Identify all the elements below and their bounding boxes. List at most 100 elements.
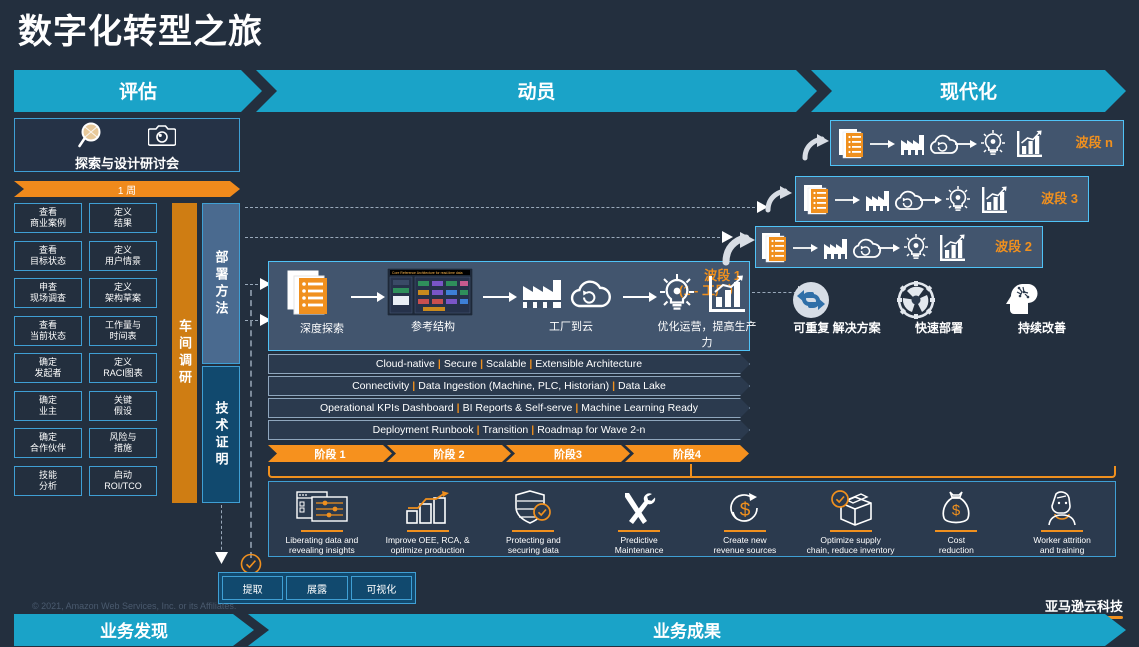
bottom-box-label: 提取 — [242, 584, 263, 596]
architecture-bar-label: Cloud-native | Secure | Scalable | Extensible … — [375, 358, 643, 370]
wave-n-panel[interactable]: 波段 n — [830, 120, 1124, 166]
outcome-divider — [300, 530, 343, 532]
footer-chevron-discovery[interactable]: 业务发现 — [14, 614, 254, 646]
outcome-label: Optimize supply chain, reduce inventory — [806, 535, 895, 555]
assessment-task-label: 工作量与 时间表 — [104, 319, 141, 341]
bottom-box[interactable]: 提取 — [222, 576, 284, 600]
architecture-bar-label: Operational KPIs Dashboard | BI Reports & … — [319, 402, 699, 414]
architecture-bar[interactable]: Connectivity | Data Ingestion (Machine, PL… — [268, 376, 750, 396]
phase-chevron-mobilize[interactable]: 动员 — [256, 70, 817, 112]
outcome-label: Predictive Maintenance — [614, 535, 664, 555]
magnifier-icon — [78, 121, 108, 149]
aws-logo-text: 亚马逊云科技 — [1044, 599, 1123, 614]
architecture-bar-label: Deployment Runbook | Transition | Roadmap fo… — [372, 424, 646, 436]
phase-ribbon[interactable]: 阶段 1 — [268, 445, 392, 462]
outcome-item[interactable]: Liberating data and revealing insights — [269, 482, 375, 555]
workshop-box[interactable]: 探索与设计研讨会 — [14, 118, 240, 172]
assessment-task-box[interactable]: 定义 架构草案 — [89, 278, 157, 308]
architecture-bar[interactable]: Cloud-native | Secure | Scalable | Extensible … — [268, 354, 750, 374]
vertical-bar-workshop-survey-label: 车间调研 — [177, 319, 192, 387]
outcome-label: Protecting and securing data — [505, 535, 561, 555]
assessment-task-label: 确定 发起者 — [34, 357, 62, 378]
assessment-task-box[interactable]: 查看 目标状态 — [14, 240, 82, 271]
assessment-task-label: 风险与 措施 — [109, 432, 137, 453]
architecture-bar[interactable]: Operational KPIs Dashboard | BI Reports & … — [268, 398, 750, 418]
footer-banner: 业务发现 业务成果 — [14, 614, 1126, 646]
arrow-right-icon-1 — [351, 292, 385, 302]
vertical-bar-deploy-method: 部署方法 — [202, 203, 240, 364]
lightbulb-chart-icon — [657, 270, 757, 316]
outcome-divider — [829, 530, 872, 532]
outcomes-bracket-stem — [690, 464, 692, 478]
assessment-task-box[interactable]: 技能 分析 — [14, 465, 82, 496]
assessment-task-box[interactable]: 定义 RACI图表 — [89, 353, 157, 383]
benefit-continuous-improvement[interactable]: 持续改善 — [1000, 281, 1084, 335]
phase-chevron-assess-label: 评估 — [118, 81, 157, 103]
bottom-box[interactable]: 展露 — [286, 576, 348, 600]
outcome-label: Cost reduction — [938, 535, 974, 555]
phase-ribbon[interactable]: 阶段4 — [625, 445, 749, 462]
assessment-task-box[interactable]: 定义 用户情景 — [89, 240, 157, 271]
benefit-fast-deploy-label: 快速部署 — [914, 321, 963, 335]
outcome-item[interactable]: $ Create new revenue sources — [692, 482, 798, 555]
svg-text:Core Reference Architecture fo: Core Reference Architecture for read-tim… — [392, 271, 463, 275]
wave-1-step-2-caption: 参考结构 — [411, 321, 455, 333]
business-outcomes-strip: Liberating data and revealing insights Im… — [268, 481, 1116, 557]
wave-1-step-3[interactable]: 工厂到云 — [521, 270, 621, 334]
architecture-bar[interactable]: Deployment Runbook | Transition | Roadmap fo… — [268, 420, 750, 440]
assessment-task-box[interactable]: 确定 合作伙伴 — [14, 428, 82, 458]
wave-1-step-1[interactable]: 深度探索 — [287, 270, 357, 336]
assessment-task-box[interactable]: 风险与 措施 — [89, 428, 157, 458]
assessment-task-box[interactable]: 启动 ROI/TCO — [89, 465, 157, 496]
wave-1-step-4[interactable]: 优化运营，提高生产力 — [657, 270, 757, 350]
wave-3-icon-row — [804, 185, 1007, 215]
wave-n-icon-row — [839, 129, 1042, 159]
assessment-task-label: 技能 分析 — [38, 469, 57, 491]
bottom-box[interactable]: 可视化 — [350, 576, 412, 600]
assessment-task-box[interactable]: 确定 发起者 — [14, 353, 82, 383]
assessment-task-box[interactable]: 确定 业主 — [14, 390, 82, 421]
curved-arrow-icon-wave-3 — [765, 186, 792, 213]
wave-3-panel[interactable]: 波段 3 — [795, 176, 1089, 222]
assessment-task-box[interactable]: 查看 商业案例 — [14, 203, 82, 233]
outcome-item[interactable]: Protecting and securing data — [481, 482, 587, 555]
outcome-label: Worker attrition and training — [1033, 535, 1091, 555]
bottom-box-group: 提取 展露 可视化 — [218, 572, 416, 604]
assessment-task-box[interactable]: 工作量与 时间表 — [89, 315, 157, 346]
benefit-fast-deploy[interactable]: 快速部署 — [897, 281, 981, 335]
assessment-task-box[interactable]: 关键 假设 — [89, 390, 157, 421]
wave-1-step-2[interactable]: Core Reference Architecture for read-tim… — [387, 268, 479, 334]
wrench-screwdriver-icon — [621, 490, 657, 526]
reference-architecture-thumbnail: Core Reference Architecture for read-tim… — [387, 268, 479, 316]
outcome-item[interactable]: Predictive Maintenance — [586, 482, 692, 555]
footer-chevron-discovery-label: 业务发现 — [100, 621, 168, 641]
assessment-task-label: 确定 业主 — [38, 394, 57, 416]
workshop-duration-ribbon: 1 周 — [14, 181, 240, 197]
outcome-item[interactable]: Worker attrition and training — [1009, 482, 1115, 555]
outcome-item[interactable]: $ Cost reduction — [904, 482, 1010, 555]
phase-ribbon[interactable]: 阶段 2 — [387, 445, 511, 462]
bar-chart-trend-icon — [405, 490, 451, 526]
slide-root: 数字化转型之旅 评估 动员 现代化 探索与设计研讨会 1 周 查看 商业案例 定… — [0, 0, 1139, 647]
phase-chevron-modernize[interactable]: 现代化 — [811, 70, 1126, 112]
wave-2-panel[interactable]: 波段 2 — [755, 226, 1043, 268]
phase-chevron-assess[interactable]: 评估 — [14, 70, 262, 112]
phase-banner: 评估 动员 现代化 — [14, 70, 1126, 112]
phase-ribbon[interactable]: 阶段3 — [506, 445, 630, 462]
assessment-task-box[interactable]: 申查 现场调查 — [14, 278, 82, 308]
outcome-item[interactable]: Optimize supply chain, reduce inventory — [798, 482, 904, 555]
benefit-repeatable-solution[interactable]: 可重复 解决方案 — [792, 281, 882, 335]
svg-text:$: $ — [952, 502, 961, 519]
benefit-continuous-improvement-label: 持续改善 — [1017, 321, 1066, 335]
outcome-item[interactable]: Improve OEE, RCA, & optimize production — [375, 482, 481, 555]
footer-chevron-outcomes[interactable]: 业务成果 — [248, 614, 1126, 646]
outcome-label: Liberating data and revealing insights — [285, 535, 359, 555]
outcome-divider — [935, 530, 978, 532]
assessment-task-label: 查看 商业案例 — [29, 207, 66, 228]
phase-ribbon-label: 阶段 2 — [433, 448, 465, 461]
assessment-task-box[interactable]: 查看 当前状态 — [14, 315, 82, 346]
assessment-task-label: 启动 ROI/TCO — [104, 469, 142, 491]
wave-1-panel[interactable]: 波段 1 (1 - 工厂） 深度探索 Core Reference Archit… — [268, 261, 757, 351]
assessment-task-box[interactable]: 定义 结果 — [89, 203, 157, 233]
wave-2-icon-row — [762, 233, 965, 263]
